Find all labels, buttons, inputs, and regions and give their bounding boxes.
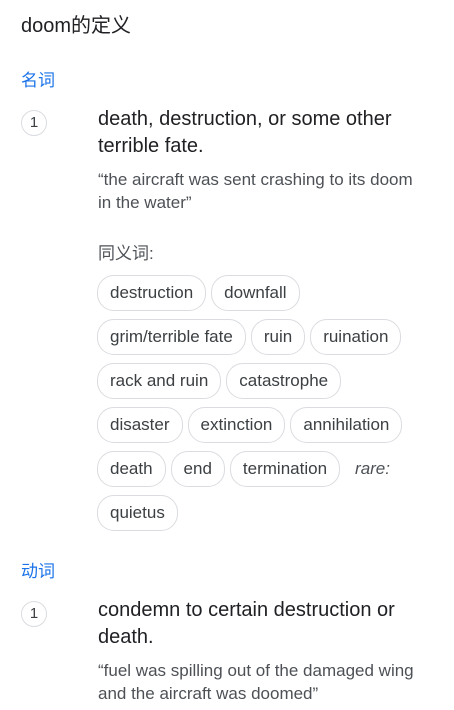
synonym-chip-ruin[interactable]: ruin: [250, 319, 306, 355]
synonym-chip-disaster[interactable]: disaster: [97, 407, 183, 443]
synonym-chip-termination[interactable]: termination: [229, 451, 341, 487]
synonym-chip-catastrophe[interactable]: catastrophe: [226, 363, 342, 399]
example-line-2: and the aircraft was doomed”: [98, 684, 319, 703]
synonym-chip-annihilation[interactable]: annihilation: [290, 407, 403, 443]
synonym-chip-downfall[interactable]: downfall: [211, 275, 300, 311]
definition-text: condemn to certain destruction or death.: [98, 599, 395, 648]
synonym-chip-ruination[interactable]: ruination: [310, 319, 402, 355]
chip-row: death end termination rare:: [97, 451, 454, 487]
synonym-chip-rack-and-ruin[interactable]: rack and ruin: [97, 363, 222, 399]
sense-number: 1: [21, 110, 47, 136]
synonyms-label: 同义词:: [98, 244, 154, 263]
synonym-chip-death[interactable]: death: [97, 451, 166, 487]
example-sentence: “the aircraft was sent crashing to its d…: [98, 168, 454, 214]
synonym-chip-quietus[interactable]: quietus: [97, 495, 178, 531]
chip-row: grim/terrible fate ruin ruination: [97, 319, 454, 355]
chip-row: disaster extinction annihilation: [97, 407, 454, 443]
example-line-1: “fuel was spilling out of the damaged wi…: [98, 661, 414, 680]
definition-text: death, destruction, or some other terrib…: [98, 108, 392, 157]
synonym-chips: destruction downfall grim/terrible fate …: [97, 275, 454, 539]
chip-row: destruction downfall: [97, 275, 454, 311]
sense-number: 1: [21, 601, 47, 627]
page-title: doom的定义: [21, 15, 132, 37]
pos-label-noun: 名词: [21, 71, 55, 90]
chip-row: quietus: [97, 495, 454, 531]
rare-label: rare:: [355, 459, 390, 478]
example-line-1: “the aircraft was sent crashing to its d…: [98, 170, 413, 189]
example-line-2: in the water”: [98, 193, 192, 212]
pos-label-verb: 动词: [21, 562, 55, 581]
example-sentence: “fuel was spilling out of the damaged wi…: [98, 659, 454, 705]
synonym-chip-extinction[interactable]: extinction: [187, 407, 286, 443]
synonym-chip-grim-terrible-fate[interactable]: grim/terrible fate: [97, 319, 246, 355]
synonym-chip-end[interactable]: end: [170, 451, 225, 487]
synonym-chip-destruction[interactable]: destruction: [97, 275, 207, 311]
chip-row: rack and ruin catastrophe: [97, 363, 454, 399]
